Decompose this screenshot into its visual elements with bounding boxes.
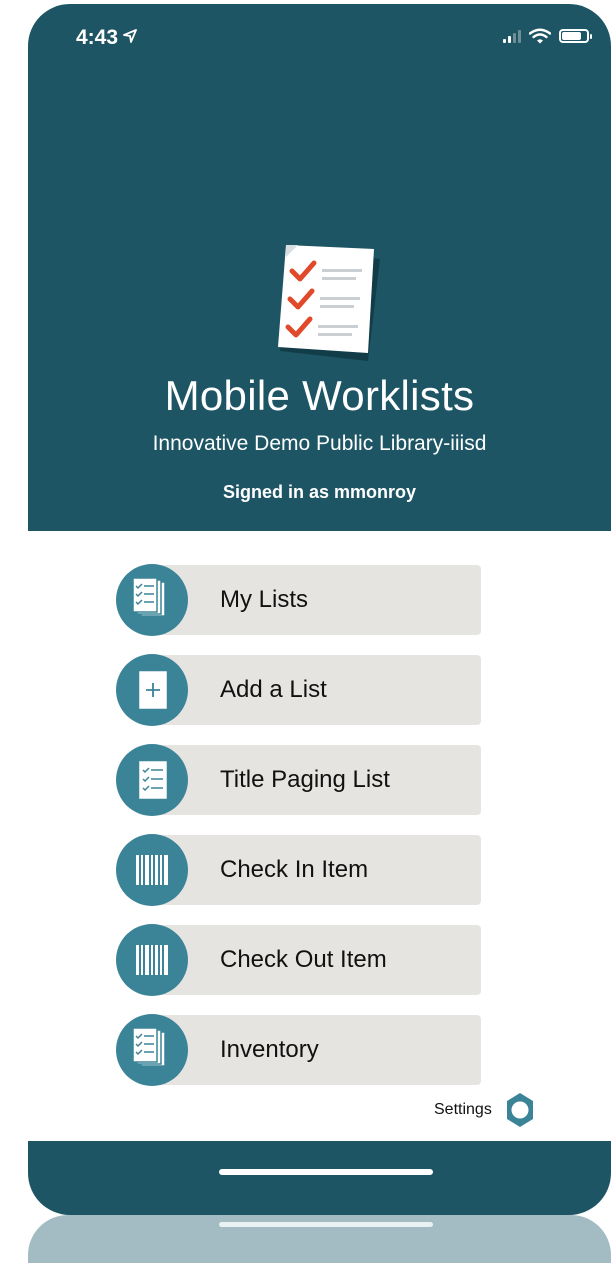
title-paging-list-button[interactable]: Title Paging List xyxy=(116,744,481,816)
settings-button[interactable]: Settings xyxy=(434,1092,538,1128)
app-header: 4:43 Mobile Worklists Innovative Demo Pu… xyxy=(28,4,611,531)
location-arrow-icon xyxy=(122,28,138,49)
check-in-item-button[interactable]: Check In Item xyxy=(116,834,481,906)
settings-label: Settings xyxy=(434,1101,492,1118)
library-name: Innovative Demo Public Library-iiisd xyxy=(152,432,487,455)
signal-icon xyxy=(503,29,521,43)
add-a-list-label: Add a List xyxy=(220,676,327,703)
my-lists-button[interactable]: My Lists xyxy=(116,564,481,636)
battery-icon xyxy=(559,29,592,43)
checklist-logo-icon xyxy=(278,245,380,361)
add-list-icon xyxy=(116,654,188,726)
status-time: 4:43 xyxy=(76,26,138,50)
title-paging-list-label: Title Paging List xyxy=(220,766,390,793)
gear-icon xyxy=(506,1093,533,1127)
wifi-icon xyxy=(529,28,551,44)
barcode-icon xyxy=(116,834,188,906)
footer-bar xyxy=(28,1141,611,1215)
menu-pill xyxy=(152,565,481,635)
home-indicator[interactable] xyxy=(219,1169,433,1175)
status-time-text: 4:43 xyxy=(76,26,119,49)
inventory-button[interactable]: Inventory xyxy=(116,1014,481,1086)
check-out-item-button[interactable]: Check Out Item xyxy=(116,924,481,996)
add-a-list-button[interactable]: Add a List xyxy=(116,654,481,726)
list-stack-icon xyxy=(116,564,188,636)
checklist-icon xyxy=(116,744,188,816)
check-out-item-label: Check Out Item xyxy=(220,946,387,973)
inventory-label: Inventory xyxy=(220,1036,319,1063)
app-title: Mobile Worklists xyxy=(164,372,475,419)
barcode-icon xyxy=(116,924,188,996)
check-in-item-label: Check In Item xyxy=(220,856,369,883)
signed-in-text: Signed in as mmonroy xyxy=(222,482,417,502)
status-icons xyxy=(503,28,592,44)
reflection-line xyxy=(219,1222,433,1227)
list-stack-icon xyxy=(116,1014,188,1086)
my-lists-label: My Lists xyxy=(220,586,309,613)
